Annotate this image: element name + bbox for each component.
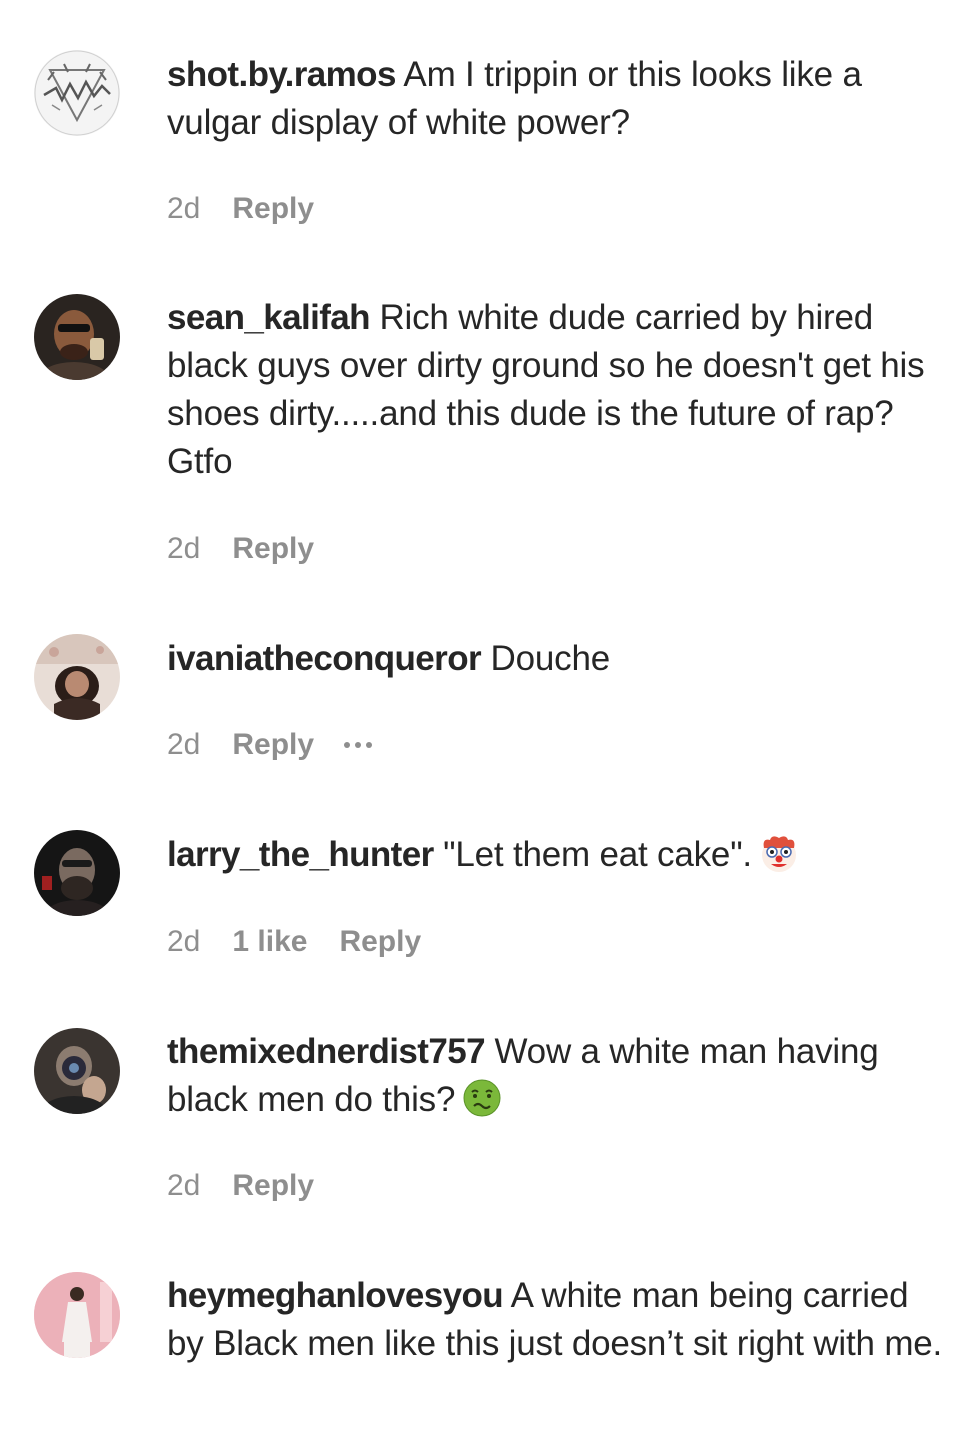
comment-timestamp: 2d xyxy=(167,192,201,225)
comment-body: "Let them eat cake". xyxy=(443,835,752,874)
comment-timestamp: 2d xyxy=(167,728,201,761)
comment-body: Douche xyxy=(490,639,611,678)
comment-meta: 2d Reply xyxy=(167,531,314,567)
reply-button[interactable]: Reply xyxy=(339,924,421,960)
more-options-icon[interactable] xyxy=(344,727,373,763)
comment-text: shot.by.ramos Am I trippin or this looks… xyxy=(167,51,952,147)
avatar[interactable] xyxy=(34,1028,120,1114)
comment-text: ivaniatheconqueror Douche xyxy=(167,635,952,683)
comment-text: heymeghanlovesyou A white man being carr… xyxy=(167,1272,952,1368)
avatar[interactable] xyxy=(34,830,120,916)
profile-photo-icon xyxy=(34,634,120,720)
avatar[interactable] xyxy=(34,294,120,380)
reply-button[interactable]: Reply xyxy=(232,531,314,567)
comment-timestamp: 2d xyxy=(167,532,201,565)
comment-meta: 2d Reply xyxy=(167,191,314,227)
comment-username[interactable]: ivaniatheconqueror xyxy=(167,639,482,678)
comment-meta: 2d Reply xyxy=(167,727,373,763)
comment-timestamp: 2d xyxy=(167,925,201,958)
reply-button[interactable]: Reply xyxy=(232,1168,314,1204)
reply-button[interactable]: Reply xyxy=(232,191,314,227)
profile-photo-icon xyxy=(34,294,120,380)
band-logo-icon xyxy=(34,50,120,136)
clown-face-emoji-icon xyxy=(758,832,800,874)
nauseated-face-emoji-icon xyxy=(461,1077,503,1119)
comment-username[interactable]: shot.by.ramos xyxy=(167,55,396,94)
avatar[interactable] xyxy=(34,634,120,720)
comment-username[interactable]: larry_the_hunter xyxy=(167,835,434,874)
profile-photo-icon xyxy=(34,830,120,916)
comment-timestamp: 2d xyxy=(167,1169,201,1202)
profile-photo-icon xyxy=(34,1028,120,1114)
avatar[interactable] xyxy=(34,1272,120,1358)
comment-meta: 2d 1 like Reply xyxy=(167,924,421,960)
comment-username[interactable]: sean_kalifah xyxy=(167,298,371,337)
profile-photo-icon xyxy=(34,1272,120,1358)
comment-meta: 2d Reply xyxy=(167,1168,314,1204)
comment-username[interactable]: heymeghanlovesyou xyxy=(167,1276,504,1315)
reply-button[interactable]: Reply xyxy=(232,727,314,763)
comment-username[interactable]: themixednerdist757 xyxy=(167,1032,486,1071)
comment-text: larry_the_hunter "Let them eat cake". xyxy=(167,831,952,879)
comment-text: themixednerdist757 Wow a white man havin… xyxy=(167,1028,952,1124)
like-count[interactable]: 1 like xyxy=(232,924,307,960)
avatar[interactable] xyxy=(34,50,120,136)
comment-text: sean_kalifah Rich white dude carried by … xyxy=(167,294,952,486)
